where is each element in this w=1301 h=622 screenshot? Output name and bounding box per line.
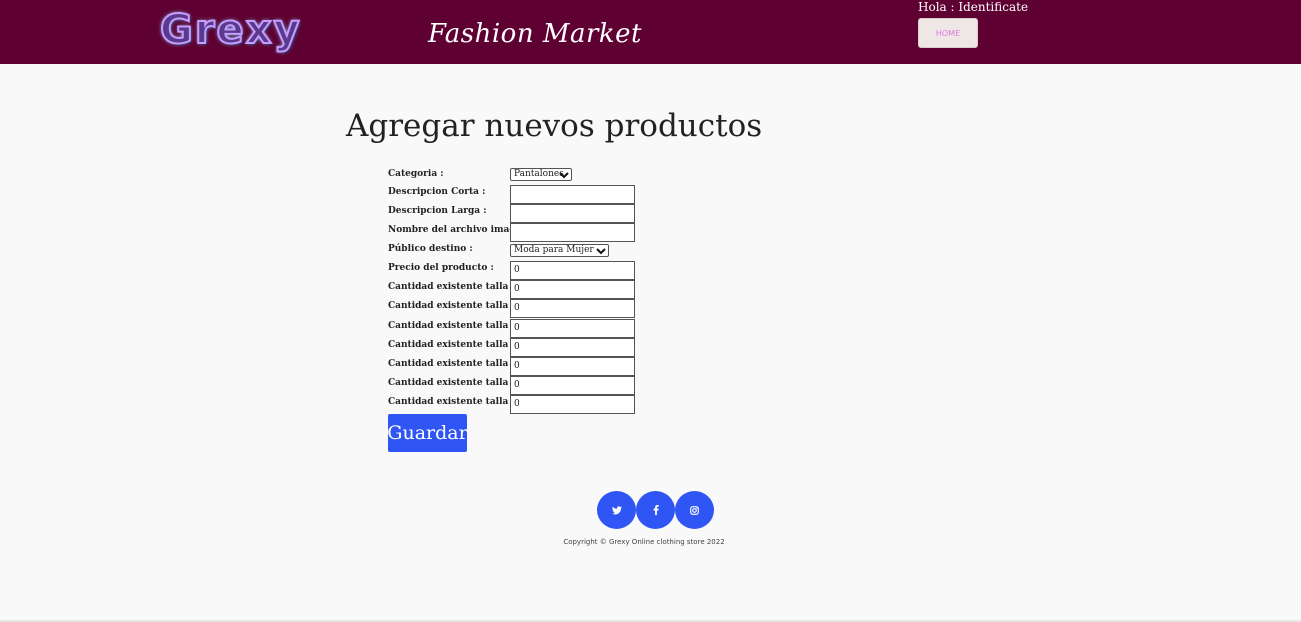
guardar-button[interactable]: Guardar — [387, 414, 468, 452]
chevron-down-icon — [596, 248, 606, 255]
descripcion-corta-label: Descripcion Corta : — [388, 187, 486, 197]
talla-xl-input[interactable]: 0 — [510, 338, 635, 357]
instagram-icon — [690, 505, 699, 515]
publico-selected-value: Moda para Mujer — [514, 245, 594, 255]
talla-s-label: Cantidad existente talla S : — [388, 301, 525, 311]
twitter-link[interactable] — [597, 491, 636, 529]
talla-xls-input[interactable]: 0 — [510, 395, 635, 414]
instagram-link[interactable] — [675, 491, 714, 529]
categoria-label: Categoria : — [388, 169, 444, 179]
login-greeting[interactable]: Hola : Identificate — [918, 0, 1028, 14]
talla-s-input[interactable]: 0 — [510, 299, 635, 318]
copyright-text: Copyright © Grexy Online clothing store … — [563, 538, 725, 546]
descripcion-larga-input[interactable] — [510, 204, 635, 223]
publico-label: Público destino : — [388, 244, 473, 254]
talla-l-label: Cantidad existente talla L : — [388, 282, 525, 292]
talla-l-input[interactable]: 0 — [510, 280, 635, 299]
categoria-select[interactable]: Pantalones — [510, 168, 572, 181]
grexy-logo[interactable]: Grexy — [159, 6, 302, 54]
categoria-selected-value: Pantalones — [514, 169, 564, 179]
home-button[interactable]: HOME — [918, 18, 978, 48]
descripcion-corta-input[interactable] — [510, 185, 635, 204]
facebook-link[interactable] — [636, 491, 675, 529]
talla-3xl-input[interactable]: 0 — [510, 376, 635, 395]
chevron-down-icon — [559, 172, 569, 179]
top-header: Grexy Fashion Market Hola : Identificate… — [0, 0, 1301, 64]
talla-xxl-input[interactable]: 0 — [510, 357, 635, 376]
precio-label: Precio del producto : — [388, 263, 494, 273]
talla-l-2-label: Cantidad existente talla L : — [388, 321, 525, 331]
precio-input[interactable]: 0 — [510, 261, 635, 280]
brand-title: Fashion Market — [428, 19, 642, 49]
page-title: Agregar nuevos productos — [346, 108, 763, 144]
twitter-icon — [611, 505, 622, 514]
nombre-imagen-input[interactable] — [510, 223, 635, 242]
talla-l-2-input[interactable]: 0 — [510, 319, 635, 338]
publico-select[interactable]: Moda para Mujer — [510, 244, 609, 257]
descripcion-larga-label: Descripcion Larga : — [388, 206, 487, 216]
facebook-icon — [653, 505, 659, 515]
